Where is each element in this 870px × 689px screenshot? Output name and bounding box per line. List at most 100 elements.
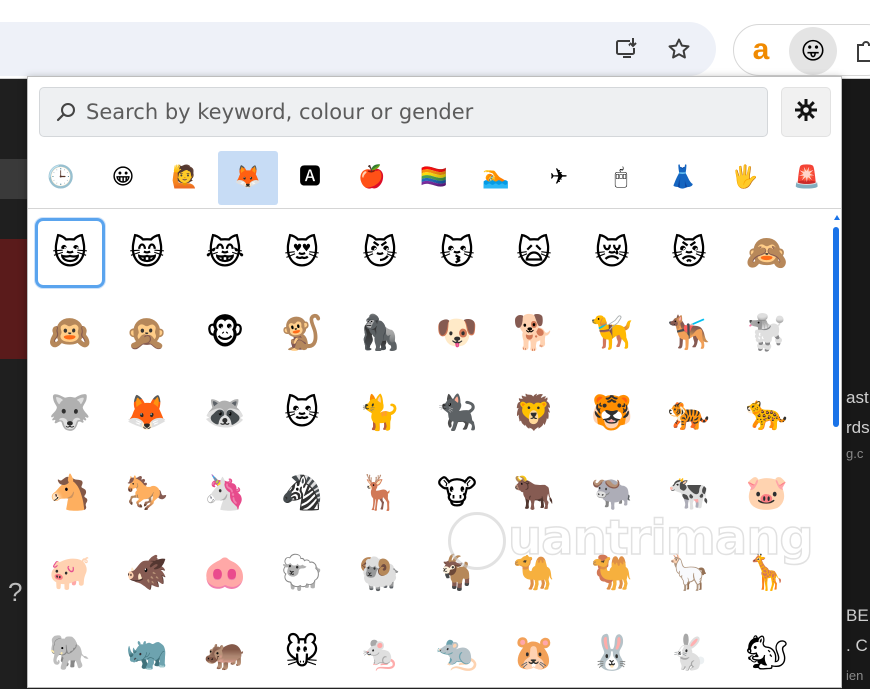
background-text: rds: [846, 418, 870, 437]
category-divider: [28, 208, 841, 209]
category-tab-hands[interactable]: 🖐: [715, 151, 775, 205]
puzzle-icon[interactable]: [854, 37, 870, 63]
emoji-cell[interactable]: 🦊: [112, 378, 182, 448]
emoji-cell[interactable]: 🐷: [732, 458, 802, 528]
emoji-cell[interactable]: 🐫: [577, 538, 647, 608]
extensions-group: a 😛: [733, 24, 870, 76]
emoji-cell[interactable]: 🐱: [267, 378, 337, 448]
category-tab-food[interactable]: 🍎: [342, 151, 402, 205]
emoji-cell[interactable]: 🐿: [732, 618, 802, 687]
emoji-cell[interactable]: 😾: [654, 218, 724, 288]
emoji-cell[interactable]: 🐒: [267, 298, 337, 368]
install-app-icon[interactable]: [614, 36, 640, 62]
emoji-grid: 😺 😸 😹 😻 😼 😽 🙀 😿 😾 🙈 🙉 🙊 🐵 🐒 🦍 🐶 🐕 🦮 🐕‍🦺 🐩 🐺 🦊 🦝 🐱 🐈 🐈‍⬛ 🦁 🐯 🐅 🐆 🐴 🐎 🦄 🦓 🦌 🐮…: [28, 213, 831, 687]
emoji-cell[interactable]: 🦍: [345, 298, 415, 368]
emoji-cell[interactable]: 🐃: [577, 458, 647, 528]
emoji-cell[interactable]: 😺: [35, 218, 105, 288]
emoji-cell[interactable]: 🙈: [732, 218, 802, 288]
emoji-cell[interactable]: 🐈‍⬛: [422, 378, 492, 448]
category-tab-flags[interactable]: 🏳️‍🌈: [404, 151, 464, 205]
gear-icon: [794, 98, 818, 126]
emoji-cell[interactable]: 😻: [267, 218, 337, 288]
address-bar[interactable]: [0, 22, 716, 76]
emoji-cell[interactable]: 😼: [345, 218, 415, 288]
emoji-cell[interactable]: 🐀: [422, 618, 492, 687]
emoji-cell[interactable]: 😿: [577, 218, 647, 288]
category-tabs: 🕒 😀 🙋 🦊 🅰 🍎 🏳️‍🌈 🏊 ✈ 🖱 👗 🖐 🚨: [28, 149, 841, 207]
emoji-cell[interactable]: 🐖: [35, 538, 105, 608]
category-tab-symbols[interactable]: 🅰: [280, 151, 340, 205]
scrollbar[interactable]: [831, 213, 841, 687]
emoji-cell[interactable]: 🙊: [112, 298, 182, 368]
emoji-cell[interactable]: 😸: [112, 218, 182, 288]
emoji-cell[interactable]: 🐵: [190, 298, 260, 368]
emoji-cell[interactable]: 🦝: [190, 378, 260, 448]
emoji-cell[interactable]: 🐺: [35, 378, 105, 448]
search-icon: [56, 102, 76, 122]
category-tab-activities[interactable]: 🏊: [466, 151, 526, 205]
emoji-cell[interactable]: 🐈: [345, 378, 415, 448]
emoji-cell[interactable]: 🐆: [732, 378, 802, 448]
category-tab-animals[interactable]: 🦊: [218, 151, 278, 205]
emoji-cell[interactable]: 🐐: [422, 538, 492, 608]
emoji-cell[interactable]: 🙉: [35, 298, 105, 368]
background-text: . C: [846, 636, 868, 655]
browser-toolbar: a 😛: [0, 0, 870, 78]
emoji-cell[interactable]: 🦁: [499, 378, 569, 448]
emoji-cell[interactable]: 🐘: [35, 618, 105, 687]
background-text: ien: [846, 668, 864, 683]
emoji-cell[interactable]: 🙀: [499, 218, 569, 288]
category-tab-travel[interactable]: ✈: [529, 151, 589, 205]
category-tab-people[interactable]: 🙋: [155, 151, 215, 205]
search-box[interactable]: [39, 87, 768, 137]
background-page-left: ?: [0, 79, 27, 689]
emoji-cell[interactable]: 😽: [422, 218, 492, 288]
emoji-cell[interactable]: 🐅: [654, 378, 724, 448]
amazon-extension-icon[interactable]: a: [744, 33, 778, 67]
category-tab-recent[interactable]: 🕒: [31, 151, 91, 205]
background-text: ?: [8, 577, 23, 607]
category-tab-alerts[interactable]: 🚨: [777, 151, 837, 205]
emoji-cell[interactable]: 🦮: [577, 298, 647, 368]
emoji-cell[interactable]: 🐕: [499, 298, 569, 368]
scroll-up-arrow-icon[interactable]: [834, 215, 840, 220]
emoji-cell[interactable]: 🐂: [499, 458, 569, 528]
emoji-cell[interactable]: 🦙: [654, 538, 724, 608]
star-icon[interactable]: [666, 36, 692, 62]
background-text: g.c: [846, 446, 864, 461]
emoji-cell[interactable]: 🐕‍🦺: [654, 298, 724, 368]
background-page-right: ast rds g.c BE . C ien: [842, 79, 870, 689]
emoji-cell[interactable]: 🦌: [345, 458, 415, 528]
emoji-extension-icon[interactable]: 😛: [789, 27, 837, 75]
emoji-cell[interactable]: 😹: [190, 218, 260, 288]
category-tab-smileys[interactable]: 😀: [93, 151, 153, 205]
emoji-cell[interactable]: 🐽: [190, 538, 260, 608]
emoji-cell[interactable]: 🐩: [732, 298, 802, 368]
category-tab-clothing[interactable]: 👗: [653, 151, 713, 205]
emoji-cell[interactable]: 🐁: [345, 618, 415, 687]
settings-button[interactable]: [781, 87, 831, 137]
emoji-cell[interactable]: 🐑: [267, 538, 337, 608]
emoji-cell[interactable]: 🐰: [577, 618, 647, 687]
scrollbar-thumb[interactable]: [833, 227, 839, 427]
emoji-cell[interactable]: 🐏: [345, 538, 415, 608]
emoji-cell[interactable]: 🐪: [499, 538, 569, 608]
search-input[interactable]: [86, 100, 706, 124]
emoji-cell[interactable]: 🦓: [267, 458, 337, 528]
emoji-picker-popup: 🕒😀🙋🦊🅰🍎🏳️‍🌈🏊✈🖱👗🖐🚨 😺😸😹😻😼😽🙀😿😾🙈🙉🙊🐵🐒🦍🐶🐕🦮🐕‍🦺🐩🐺…: [27, 76, 842, 688]
emoji-cell[interactable]: 🐯: [577, 378, 647, 448]
emoji-cell[interactable]: 🐮: [422, 458, 492, 528]
emoji-cell[interactable]: 🐭: [267, 618, 337, 687]
emoji-cell[interactable]: 🐴: [35, 458, 105, 528]
emoji-cell[interactable]: 🐹: [499, 618, 569, 687]
emoji-cell[interactable]: 🐶: [422, 298, 492, 368]
emoji-cell[interactable]: 🦒: [732, 538, 802, 608]
category-tab-objects[interactable]: 🖱: [591, 151, 651, 205]
emoji-cell[interactable]: 🐇: [654, 618, 724, 687]
emoji-cell[interactable]: 🐗: [112, 538, 182, 608]
emoji-cell[interactable]: 🐎: [112, 458, 182, 528]
emoji-cell[interactable]: 🦏: [112, 618, 182, 687]
emoji-cell[interactable]: 🦛: [190, 618, 260, 687]
emoji-cell[interactable]: 🐄: [654, 458, 724, 528]
emoji-cell[interactable]: 🦄: [190, 458, 260, 528]
